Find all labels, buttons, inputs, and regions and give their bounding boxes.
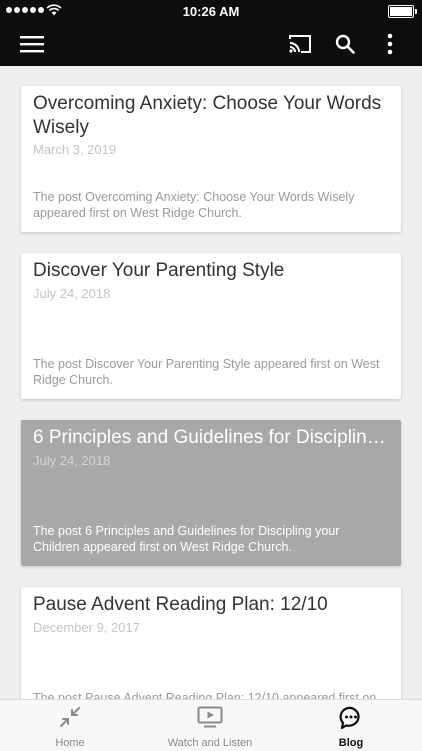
post-excerpt: The post Discover Your Parenting Style a… xyxy=(33,357,380,387)
cast-button[interactable] xyxy=(282,22,318,66)
post-card[interactable]: Pause Advent Reading Plan: 12/10 Decembe… xyxy=(21,587,401,699)
app-bar xyxy=(0,22,422,66)
post-date: March 3, 2019 xyxy=(33,142,117,157)
battery-icon xyxy=(388,5,417,18)
post-card[interactable]: Overcoming Anxiety: Choose Your Words Wi… xyxy=(21,86,401,232)
tab-blog-label: Blog xyxy=(338,737,364,749)
video-play-icon xyxy=(197,706,223,728)
tab-blog[interactable]: Blog xyxy=(310,700,392,751)
tab-home[interactable]: Home xyxy=(30,700,110,751)
post-date: December 9, 2017 xyxy=(33,620,140,635)
collapse-arrows-icon xyxy=(60,707,80,727)
cast-icon xyxy=(289,35,311,53)
search-icon xyxy=(335,34,355,54)
post-date: July 24, 2018 xyxy=(33,286,111,301)
bottom-tab-bar: Home Watch and Listen Blog xyxy=(0,699,422,751)
status-bar: 10:26 AM xyxy=(0,0,422,22)
post-date: July 24, 2018 xyxy=(33,453,111,468)
menu-button[interactable] xyxy=(12,22,52,66)
more-vertical-icon xyxy=(387,33,393,55)
post-title: Overcoming Anxiety: Choose Your Words Wi… xyxy=(33,93,382,138)
tab-home-label: Home xyxy=(55,737,85,749)
search-button[interactable] xyxy=(328,22,362,66)
tab-watch-and-listen-label: Watch and Listen xyxy=(167,737,253,749)
post-title: 6 Principles and Guidelines for Discipli… xyxy=(33,427,389,448)
chat-bubble-icon xyxy=(339,706,360,730)
status-time: 10:26 AM xyxy=(182,4,240,19)
tab-watch-and-listen[interactable]: Watch and Listen xyxy=(155,700,265,751)
post-excerpt: The post 6 Principles and Guidelines for… xyxy=(33,524,340,554)
post-title: Discover Your Parenting Style xyxy=(33,260,285,281)
hamburger-menu-icon xyxy=(20,36,44,53)
post-excerpt: The post Pause Advent Reading Plan: 12/1… xyxy=(33,691,377,699)
blog-feed[interactable]: Overcoming Anxiety: Choose Your Words Wi… xyxy=(0,66,422,699)
post-excerpt: The post Overcoming Anxiety: Choose Your… xyxy=(33,190,355,220)
post-title: Pause Advent Reading Plan: 12/10 xyxy=(33,594,328,615)
more-options-button[interactable] xyxy=(376,22,404,66)
post-card-selected[interactable]: 6 Principles and Guidelines for Discipli… xyxy=(21,420,401,566)
post-card[interactable]: Discover Your Parenting Style July 24, 2… xyxy=(21,253,401,399)
